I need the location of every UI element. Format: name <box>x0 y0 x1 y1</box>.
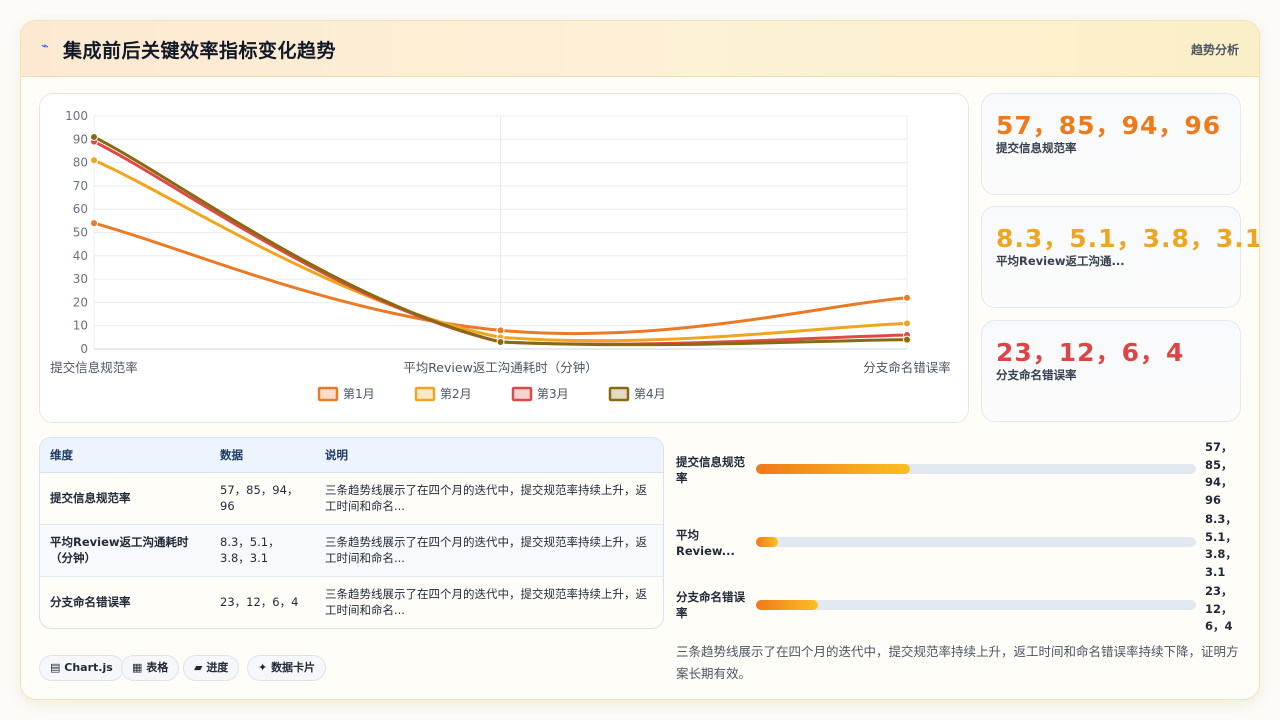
trend-analysis-label: 趋势分析 <box>1190 43 1239 57</box>
kpi-label: 分支命名错误率 <box>996 368 1077 382</box>
progress-fill <box>756 600 818 610</box>
column-header-data: 数据 <box>210 438 315 473</box>
x-tick-label: 分支命名错误率 <box>863 360 951 375</box>
table-row: 分支命名错误率 23，12，6，4 三条趋势线展示了在四个月的迭代中，提交规范率… <box>40 576 663 628</box>
column-header-dimension: 维度 <box>40 438 210 473</box>
progress-fill <box>756 464 910 474</box>
cell-description: 三条趋势线展示了在四个月的迭代中，提交规范率持续上升，返工时间和命名... <box>315 472 663 525</box>
cell-data: 8.3，5.1，3.8，3.1 <box>210 524 315 577</box>
y-tick-label: 20 <box>73 295 88 309</box>
kpi-card-review-time: 8.3，5.1，3.8，3.1 平均Review返工沟通... <box>981 206 1259 308</box>
kpi-label: 提交信息规范率 <box>996 141 1077 155</box>
x-tick-label: 提交信息规范率 <box>50 360 138 375</box>
progress-row-branch-error: 分支命名错误率 23，12，6，4 <box>676 583 1241 633</box>
table-header-row: 维度 数据 说明 <box>40 438 663 473</box>
table-icon: ▦ <box>132 661 143 674</box>
chip-label: 数据卡片 <box>271 661 316 674</box>
progress-row-commit-rate: 提交信息规范率 57，85，94，96 <box>676 439 1241 507</box>
data-point <box>90 156 98 165</box>
progress-label: 平均Review... <box>676 528 735 558</box>
y-tick-label: 50 <box>73 226 88 240</box>
table-row: 提交信息规范率 57，85，94，96 三条趋势线展示了在四个月的迭代中，提交规… <box>40 472 663 525</box>
cell-description: 三条趋势线展示了在四个月的迭代中，提交规范率持续上升，返工时间和命名... <box>325 587 647 618</box>
y-tick-label: 40 <box>73 249 88 263</box>
data-table-card: 维度 数据 说明 提交信息规范率 57，85，94，96 三条趋势线展示了在四个… <box>39 437 664 629</box>
data-point <box>496 326 505 335</box>
kpi-value: 23，12，6，4 <box>996 338 1185 367</box>
y-tick-label: 80 <box>73 156 88 170</box>
progress-value: 8.3，5.1，3.8，3.1 <box>1205 512 1237 579</box>
progress-row-review-time: 平均Review... 8.3，5.1，3.8，3.1 <box>676 511 1241 579</box>
legend-swatch <box>317 386 339 402</box>
cell-dimension: 提交信息规范率 <box>40 472 210 525</box>
card-icon: ✦ <box>258 661 268 674</box>
data-table: 维度 数据 说明 提交信息规范率 57，85，94，96 三条趋势线展示了在四个… <box>40 438 663 628</box>
data-point <box>903 335 911 344</box>
legend-label: 第2月 <box>440 387 472 401</box>
data-point <box>903 319 911 328</box>
progress-track <box>756 464 1196 474</box>
cell-dimension: 平均Review返工沟通耗时（分钟） <box>40 524 210 577</box>
progress-track <box>756 600 1196 610</box>
kpi-value: 8.3，5.1，3.8，3.1 <box>996 224 1260 253</box>
y-tick-label: 70 <box>73 179 88 193</box>
kpi-card-branch-error: 23，12，6，4 分支命名错误率 <box>981 320 1241 422</box>
chip-label: Chart.js <box>64 661 113 674</box>
progress-icon: ▰ <box>194 661 203 674</box>
chip-chartjs[interactable]: ▤ Chart.js <box>39 655 124 681</box>
page-title: 集成前后关键效率指标变化趋势 <box>63 40 337 62</box>
data-point <box>90 219 98 228</box>
kpi-label: 平均Review返工沟通... <box>996 254 1125 268</box>
legend-swatch <box>414 386 436 402</box>
legend-swatch <box>511 386 533 402</box>
y-tick-label: 90 <box>73 132 88 146</box>
cell-data: 57，85，94，96 <box>210 472 315 525</box>
y-tick-label: 30 <box>73 272 88 286</box>
data-point <box>903 293 911 302</box>
line-chart: 0 10 20 30 40 50 60 70 80 90 100 提交信息规范率 平均Review返工沟… <box>50 109 951 402</box>
cell-data: 23，12，6，4 <box>220 595 299 610</box>
cell-dimension: 分支命名错误率 <box>50 595 131 610</box>
summary-text: 三条趋势线展示了在四个月的迭代中，提交规范率持续上升，返工时间和命名错误率持续下… <box>676 644 1239 681</box>
table-row: 平均Review返工沟通耗时（分钟） 8.3，5.1，3.8，3.1 三条趋势线… <box>40 524 663 577</box>
data-point <box>496 338 505 347</box>
legend-label: 第1月 <box>343 387 375 401</box>
data-point <box>90 132 98 141</box>
chip-label: 进度 <box>206 661 229 674</box>
kpi-value: 57，85，94，96 <box>996 111 1222 140</box>
panel-header: ⌁ 集成前后关键效率指标变化趋势 趋势分析 <box>21 21 1259 77</box>
progress-value: 57，85，94，96 <box>1205 440 1233 507</box>
progress-fill <box>756 537 778 547</box>
y-tick-label: 10 <box>73 319 88 333</box>
line-chart-card: 0 10 20 30 40 50 60 70 80 90 100 提交信息规范率 平均Review返工沟… <box>39 93 969 423</box>
column-header-description: 说明 <box>315 438 663 473</box>
progress-value: 23，12，6，4 <box>1205 584 1233 633</box>
y-tick-label: 100 <box>65 109 88 123</box>
progress-label: 提交信息规范率 <box>676 455 745 485</box>
kpi-card-commit-rate: 57，85，94，96 提交信息规范率 <box>981 93 1241 195</box>
legend-label: 第3月 <box>537 387 569 401</box>
chip-progress[interactable]: ▰ 进度 <box>183 655 240 681</box>
x-tick-label: 平均Review返工沟通耗时（分钟） <box>403 360 598 375</box>
progress-label: 分支命名错误率 <box>676 590 745 620</box>
chip-data-card[interactable]: ✦ 数据卡片 <box>247 655 327 681</box>
legend-swatch <box>608 386 630 402</box>
cell-description: 三条趋势线展示了在四个月的迭代中，提交规范率持续上升，返工时间和命名... <box>315 524 663 577</box>
chart-icon: ▤ <box>50 661 61 674</box>
bolt-icon: ⌁ <box>41 39 49 54</box>
chip-table[interactable]: ▦ 表格 <box>121 655 180 681</box>
y-tick-label: 0 <box>80 342 88 356</box>
progress-track <box>756 537 1196 547</box>
chip-label: 表格 <box>146 661 169 674</box>
y-tick-label: 60 <box>73 202 88 216</box>
legend-label: 第4月 <box>634 387 666 401</box>
dashboard-panel: ⌁ 集成前后关键效率指标变化趋势 趋势分析 0 10 20 30 40 50 60 70 80 9… <box>20 20 1260 700</box>
